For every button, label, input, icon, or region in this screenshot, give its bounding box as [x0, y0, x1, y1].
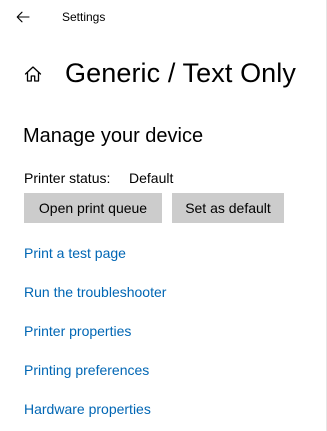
home-icon[interactable] — [22, 63, 44, 85]
printing-preferences-link[interactable]: Printing preferences — [24, 362, 149, 379]
hardware-properties-link[interactable]: Hardware properties — [24, 401, 151, 418]
app-title: Settings — [62, 10, 106, 24]
printer-status-label: Printer status: — [24, 170, 111, 186]
section-title: Manage your device — [23, 125, 204, 147]
run-troubleshooter-link[interactable]: Run the troubleshooter — [24, 284, 166, 301]
set-as-default-button[interactable]: Set as default — [172, 193, 284, 223]
title-bar: Settings — [0, 0, 326, 34]
print-test-page-link[interactable]: Print a test page — [24, 245, 126, 262]
page-header: Generic / Text Only — [22, 56, 296, 92]
settings-window: Settings Generic / Text Only Manage your… — [0, 0, 327, 431]
printer-status-value: Default — [129, 170, 174, 186]
open-print-queue-button[interactable]: Open print queue — [24, 193, 162, 223]
printer-properties-link[interactable]: Printer properties — [24, 323, 131, 340]
page-title: Generic / Text Only — [65, 58, 296, 88]
back-arrow-icon — [16, 11, 30, 23]
back-button[interactable] — [12, 6, 34, 28]
